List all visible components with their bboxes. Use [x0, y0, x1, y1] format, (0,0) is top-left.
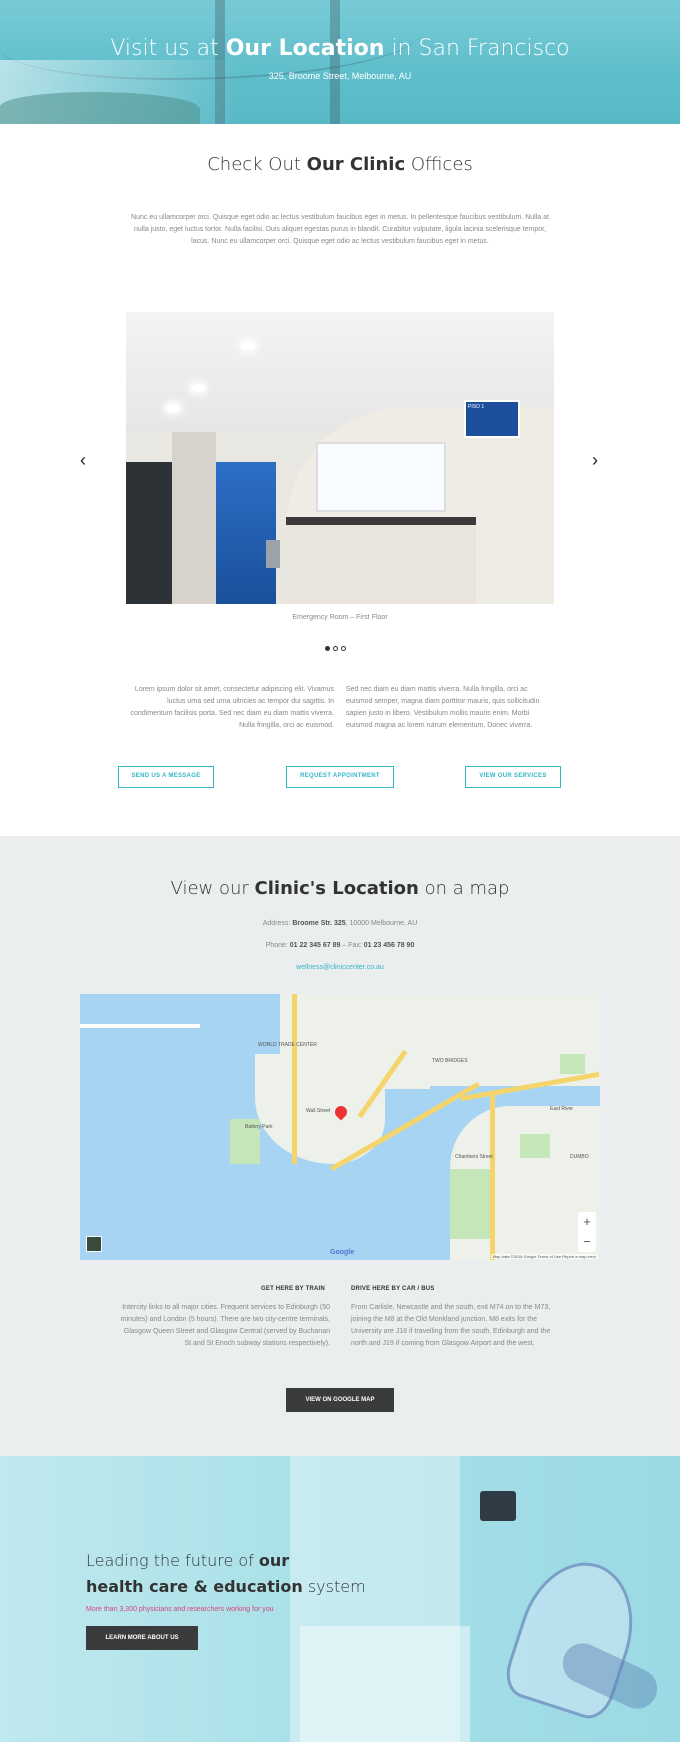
desk-top	[286, 517, 476, 525]
slider-dots	[325, 638, 355, 651]
email-link[interactable]: wellness@cliniccenter.co.au	[296, 964, 384, 971]
car-text: From Carlisle, Newcastle and the south, …	[351, 1304, 551, 1347]
ceiling-light	[241, 342, 255, 350]
trash-bin	[266, 540, 280, 568]
slider-dot[interactable]	[325, 646, 330, 651]
desk-front	[286, 525, 476, 604]
location-heading: View our Clinic's Location on a map	[170, 878, 510, 899]
learn-more-button[interactable]: LEARN MORE ABOUT US	[86, 1626, 198, 1650]
phone-line: Phone: 01 22 345 67 89 – Fax: 01 23 456 …	[265, 942, 415, 949]
clinic-offices-section: Check Out Our Clinic Offices Nunc eu ull…	[0, 124, 680, 836]
map-label: WORLD TRADE CENTER	[258, 1042, 317, 1048]
google-map[interactable]: WORLD TRADE CENTER TWO BRIDGES DUMBO Bat…	[80, 994, 600, 1260]
floor-sign: PISO 1	[464, 400, 520, 438]
map-label: East River	[550, 1106, 574, 1112]
hero-title: Visit us at Our Location in San Francisc…	[110, 36, 570, 61]
map-label: TWO BRIDGES	[432, 1058, 468, 1064]
map-label: Wall Street	[306, 1108, 331, 1114]
address-line: Address: Broome Str. 325, 10000 Melbourn…	[262, 920, 418, 927]
google-logo: Google	[330, 1249, 355, 1256]
map-label: Chambers Street	[455, 1154, 493, 1160]
map-park	[520, 1134, 550, 1158]
text-column-left: Lorem ipsum dolor sit amet, consectetur …	[130, 686, 334, 729]
ceiling-light	[191, 384, 205, 392]
map-zoom-control[interactable]: + −	[578, 1212, 596, 1252]
map-park	[450, 1169, 490, 1239]
location-section: View our Clinic's Location on a map Addr…	[0, 836, 680, 1456]
offices-intro: Nunc eu ullamcorper orci. Quisque eget o…	[131, 214, 549, 245]
email-line: wellness@cliniccenter.co.au	[0, 964, 680, 971]
map-park	[560, 1054, 585, 1074]
send-message-button[interactable]: SEND US A MESSAGE	[118, 766, 214, 788]
map-road	[292, 994, 297, 1164]
hero-banner: Visit us at Our Location in San Francisc…	[0, 0, 680, 124]
reception-window	[316, 442, 446, 512]
text-column-right: Sed nec diam eu diam mattis viverra. Nul…	[346, 686, 540, 729]
slider-next-arrow[interactable]: ›	[592, 451, 604, 469]
hill-shape	[0, 92, 200, 124]
car-heading: DRIVE HERE BY CAR / BUS	[351, 1286, 435, 1292]
offices-heading: Check Out Our Clinic Offices	[207, 154, 473, 175]
slider-dot[interactable]	[341, 646, 346, 651]
map-road	[490, 1094, 495, 1260]
future-subtitle: More than 3,300 physicians and researche…	[86, 1606, 274, 1613]
map-label: Battery Park	[245, 1124, 273, 1130]
ceiling-light	[166, 404, 180, 412]
map-label: DUMBO	[570, 1154, 589, 1160]
train-heading: GET HERE BY TRAIN	[261, 1286, 325, 1292]
slider-prev-arrow[interactable]: ‹	[80, 451, 92, 469]
request-appointment-button[interactable]: REQUEST APPOINTMENT	[286, 766, 394, 788]
elevator-door	[126, 462, 172, 604]
wall	[172, 432, 216, 604]
future-title: Leading the future of our health care & e…	[86, 1551, 366, 1596]
slider-image: PISO 1	[126, 312, 554, 604]
map-satellite-toggle[interactable]	[86, 1236, 102, 1252]
map-attribution[interactable]: Map data ©2018 Google Terms of Use Repor…	[490, 1254, 598, 1259]
slider-dot[interactable]	[333, 646, 338, 651]
slide-caption: Emergency Room – First Floor	[292, 614, 388, 621]
monitor	[480, 1491, 516, 1521]
train-text: Intercity links to all major cities. Fre…	[120, 1304, 330, 1347]
clinic-cabinet	[300, 1626, 470, 1742]
bridge-tower	[330, 0, 340, 124]
future-banner: Leading the future of our health care & e…	[0, 1456, 680, 1742]
blue-wall	[216, 462, 276, 604]
view-services-button[interactable]: VIEW OUR SERVICES	[465, 766, 561, 788]
view-google-map-button[interactable]: VIEW ON GOOGLE MAP	[286, 1388, 394, 1412]
map-pier	[80, 1024, 200, 1028]
hero-address: 325, Broome Street, Melbourne, AU	[268, 71, 412, 81]
